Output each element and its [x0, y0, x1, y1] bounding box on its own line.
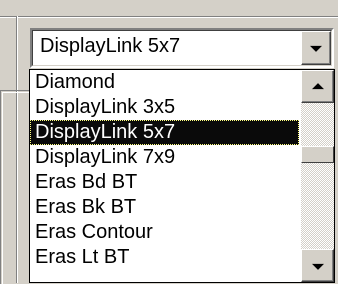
chevron-down-icon	[310, 45, 322, 52]
scroll-down-button[interactable]	[301, 249, 334, 282]
scroll-up-button[interactable]	[301, 70, 334, 103]
dropdown-toggle-button[interactable]	[301, 31, 331, 65]
groupbox-frame	[0, 90, 31, 284]
arrow-up-icon	[311, 82, 324, 89]
frame-border-top	[0, 0, 338, 17]
list-item[interactable]: Diamond	[30, 70, 299, 95]
vertical-scrollbar[interactable]	[301, 70, 334, 282]
list-item[interactable]: DisplayLink 3x5	[30, 95, 299, 120]
list-item[interactable]: DisplayLink 5x7	[30, 120, 299, 145]
font-list: Diamond DisplayLink 3x5 DisplayLink 5x7 Dis…	[30, 70, 299, 270]
list-item[interactable]: Eras Contour	[30, 220, 299, 245]
font-dropdown-list[interactable]: Diamond DisplayLink 3x5 DisplayLink 5x7 Dis…	[29, 69, 335, 283]
font-combobox[interactable]: DisplayLink 5x7	[30, 28, 334, 68]
list-item[interactable]: Eras Lt BT	[30, 245, 299, 270]
list-item[interactable]: Eras Bd BT	[30, 170, 299, 195]
list-item[interactable]: DisplayLink 7x9	[30, 145, 299, 170]
scrollbar-thumb[interactable]	[301, 146, 334, 163]
arrow-down-icon	[311, 263, 324, 270]
list-item[interactable]: Eras Bk BT	[30, 195, 299, 220]
combobox-selected-value: DisplayLink 5x7	[40, 35, 181, 57]
